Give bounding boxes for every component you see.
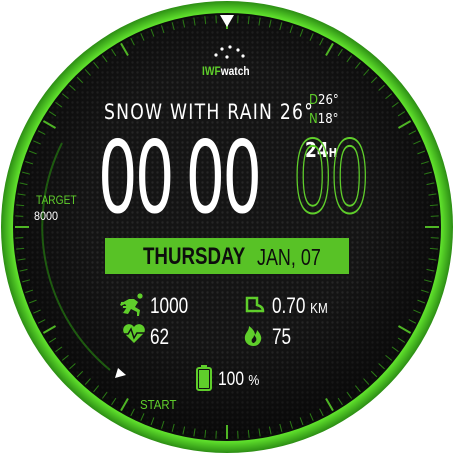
battery-level: 100 % [218,369,259,391]
time-seconds: 00 [292,119,370,236]
day-temp-value: 26° [318,93,339,108]
time-hours: 00 [98,119,174,236]
distance-unit: KM [310,300,328,317]
battery-icon [196,365,212,391]
month-day: JAN, 07 [257,244,321,270]
step-progress-start-label: START [140,397,177,412]
time-hours-minutes: 00 00 [98,128,262,228]
heart-rate-value: 62 [150,324,170,349]
brand-logo: IWFwatch [202,64,250,78]
date-band: THURSDAY JAN, 07 [105,238,349,274]
brand-part-1: IWF [202,64,221,78]
target-value: 8000 [34,209,59,223]
brand-part-2: watch [220,64,250,78]
battery-value: 100 [218,369,244,390]
time-minutes: 00 [185,119,262,236]
day-temp: D26° [309,93,339,108]
target-label: TARGET [36,193,77,207]
calories-value: 75 [272,324,292,349]
steps-value: 1000 [150,293,189,318]
battery-unit: % [248,372,260,389]
distance-stat: 0.70 KM [272,293,328,319]
day-temp-label: D [309,93,319,108]
weekday: THURSDAY [143,243,246,270]
distance-value: 0.70 [272,293,306,318]
